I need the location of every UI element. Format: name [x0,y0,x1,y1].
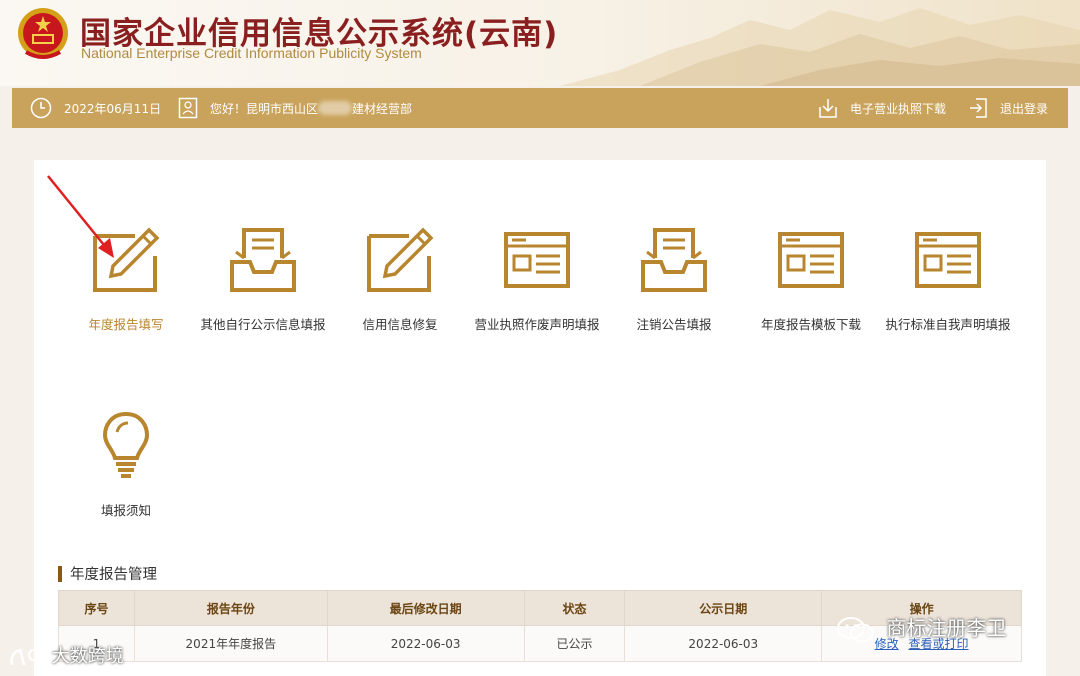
clock-icon [30,97,52,119]
greeting-prefix: 您好！昆明市西山区 [210,101,319,116]
column-header: 公示日期 [624,590,823,626]
cell-status: 已公示 [523,625,626,662]
section-title-text: 年度报告管理 [70,567,157,583]
wechat-watermark-text: 商标注册李卫 [886,616,1007,640]
document-window-icon [778,232,844,288]
cell-modified-date: 2022-06-03 [326,625,525,662]
mountain-landscape-image [560,8,1080,86]
tile-label: 其他自行公示信息填报 [200,317,326,332]
document-window-icon [915,232,981,288]
site-header: 国家企业信用信息公示系统(云南) National Enterprise Cre… [0,0,1080,86]
redacted-name [318,101,353,115]
tile-cancellation-notice[interactable]: 注销公告填报 [604,226,744,333]
column-header: 最后修改日期 [326,590,525,626]
logout-label: 退出登录 [1000,101,1049,116]
tile-label: 注销公告填报 [636,317,712,332]
annotation-arrow-icon [47,175,114,258]
user-greeting: 您好！昆明市西山区 建材经营部 [178,88,412,128]
corner-watermark: 大数跨境 [8,642,124,669]
logout-link[interactable]: 退出登录 [968,88,1048,128]
download-icon [819,99,837,118]
cell-published-date: 2022-06-03 [624,625,823,662]
inbox-tray-icon [641,228,707,292]
national-emblem-icon [18,8,68,59]
logout-icon [970,98,987,118]
brand-logo-icon [10,648,40,666]
tile-label: 年度报告填写 [88,317,164,332]
tile-label: 年度报告模板下载 [760,317,861,332]
user-card-icon [178,97,198,119]
download-license-link[interactable]: 电子营业执照下载 [818,88,946,128]
tile-other-disclosure[interactable]: 其他自行公示信息填报 [193,226,333,333]
tile-label: 执行标准自我声明填报 [885,317,1011,332]
wechat-icon [837,616,874,642]
edit-pencil-icon [367,227,434,292]
column-header: 序号 [58,590,135,626]
current-date: 2022年06月11日 [64,101,162,116]
column-header: 状态 [523,590,626,626]
wechat-watermark: 商标注册李卫 [836,612,1006,644]
tile-label: 信用信息修复 [362,317,438,332]
cell-year: 2021年年度报告 [133,625,328,662]
tile-filing-instructions[interactable]: 填报须知 [56,410,196,519]
section-title: 年度报告管理 [58,563,157,584]
site-title-english: National Enterprise Credit Information P… [81,45,422,61]
download-license-label: 电子营业执照下载 [850,101,947,116]
tile-license-void-statement[interactable]: 营业执照作废声明填报 [467,226,607,333]
tile-report-template-download[interactable]: 年度报告模板下载 [741,226,881,333]
tile-label: 营业执照作废声明填报 [474,317,600,332]
section-marker [58,565,62,582]
document-window-icon [504,232,570,288]
user-toolbar: 2022年06月11日 您好！昆明市西山区 建材经营部 电子营业执照下载 退出登… [12,88,1068,128]
tile-label: 填报须知 [100,503,151,518]
corner-watermark-text: 大数跨境 [51,646,124,667]
lightbulb-icon [102,411,150,478]
column-header: 报告年份 [133,590,328,626]
inbox-tray-icon [230,228,296,292]
tile-standard-self-declaration[interactable]: 执行标准自我声明填报 [878,226,1018,333]
tile-credit-repair[interactable]: 信用信息修复 [330,226,470,333]
date-display: 2022年06月11日 [30,88,161,128]
greeting-suffix: 建材经营部 [352,101,413,116]
